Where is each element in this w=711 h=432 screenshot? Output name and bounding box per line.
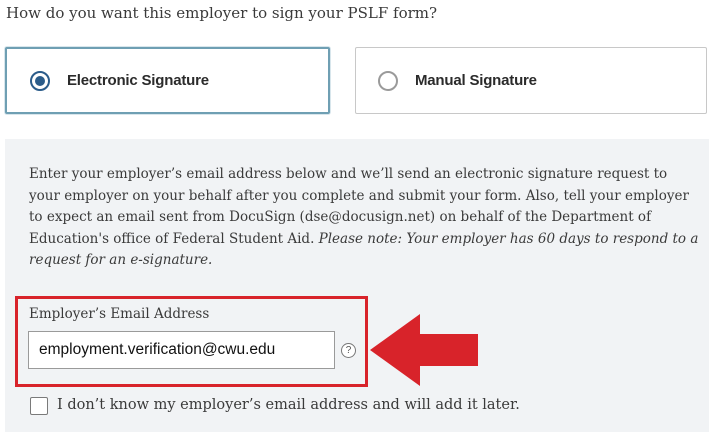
no-email-checkbox-label: I don’t know my employer’s email address… [57, 397, 520, 413]
no-email-checkbox[interactable] [30, 397, 48, 415]
instructions-text: Enter your employer’s email address belo… [29, 164, 699, 272]
manual-signature-label: Manual Signature [415, 72, 537, 89]
radio-unselected-icon[interactable] [378, 70, 398, 91]
red-arrow-icon [370, 314, 478, 386]
radio-selected-icon[interactable] [30, 70, 50, 91]
radio-dot [35, 75, 45, 86]
electronic-signature-option[interactable]: Electronic Signature [5, 47, 330, 114]
manual-signature-option[interactable]: Manual Signature [355, 47, 707, 114]
employer-email-input[interactable] [28, 331, 335, 369]
electronic-signature-label: Electronic Signature [67, 72, 209, 89]
email-field-label: Employer’s Email Address [29, 306, 210, 322]
help-icon[interactable]: ? [341, 343, 356, 358]
signature-question: How do you want this employer to sign yo… [6, 4, 438, 22]
